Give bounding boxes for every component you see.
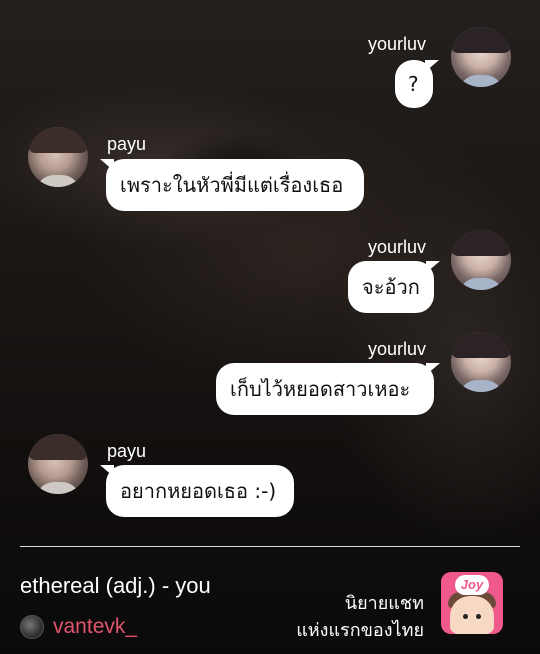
message-text: ?: [408, 72, 419, 96]
sender-avatar[interactable]: [451, 230, 511, 290]
sender-name: payu: [107, 134, 147, 154]
sender-name: yourluv: [368, 339, 427, 359]
sender-avatar[interactable]: [451, 27, 511, 87]
story-title: ethereal (adj.) - you: [20, 573, 211, 598]
message-bubble: เก็บไว้หยอดสาวเหอะ: [216, 363, 440, 415]
promo-line-1: นิยายแชท: [344, 593, 424, 614]
message-bubble: เพราะในหัวพี่มีแต่เรื่องเธอ: [100, 159, 364, 211]
message-bubble: ?: [395, 60, 439, 108]
message-text: จะอ้วก: [362, 275, 420, 299]
sender-avatar[interactable]: [28, 434, 88, 494]
message-bubble: จะอ้วก: [348, 261, 440, 313]
sender-name: yourluv: [368, 237, 427, 257]
sender-name: yourluv: [368, 34, 427, 54]
message-bubble: อยากหยอดเธอ :-): [100, 465, 294, 517]
sender-avatar[interactable]: [451, 332, 511, 392]
promo-tagline: นิยายแชท แห่งแรกของไทย: [254, 590, 424, 644]
author-handle[interactable]: vantevk_: [53, 615, 137, 639]
instagram-avatar-icon: [20, 615, 44, 639]
promo-line-2: แห่งแรกของไทย: [296, 620, 424, 641]
footer-divider: [20, 546, 520, 547]
sender-name: payu: [107, 441, 147, 461]
message-text: เก็บไว้หยอดสาวเหอะ: [230, 377, 411, 401]
message-text: เพราะในหัวพี่มีแต่เรื่องเธอ: [120, 173, 344, 197]
app-logo-text: Joy: [455, 575, 489, 595]
joy-app-logo-icon[interactable]: Joy: [441, 572, 503, 634]
sender-avatar[interactable]: [28, 127, 88, 187]
message-text: อยากหยอดเธอ :-): [120, 479, 277, 503]
